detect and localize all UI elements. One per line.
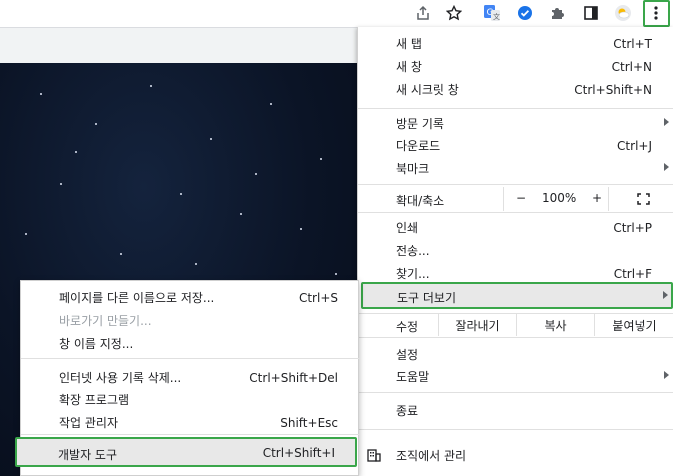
menu-item-label: 도움말 [396,370,430,384]
cut-button[interactable]: 잘라내기 [438,314,516,336]
menu-item-label: 확장 프로그램 [59,393,130,407]
menu-separator [358,212,673,213]
menu-separator [358,313,673,314]
menu-item-label: 인터넷 사용 기록 삭제... [59,371,182,385]
menu-separator [358,429,673,430]
menu-item-label: 새 시크릿 창 [396,83,459,97]
submenu-arrow-icon [664,118,669,126]
menu-item-label: 새 창 [396,60,422,74]
menu-item-help[interactable]: 도움말 [358,365,673,388]
menu-item-shortcut: Ctrl+T [613,36,652,51]
check-extension-icon[interactable] [514,3,536,23]
menu-item-label: 방문 기록 [396,117,444,131]
menu-item-label: 북마크 [396,162,430,176]
submenu-item-extensions[interactable]: 확장 프로그램 [21,388,360,411]
edit-label: 수정 [396,320,419,334]
menu-item-exit[interactable]: 종료 [358,399,673,422]
menu-item-history[interactable]: 방문 기록 [358,112,673,135]
menu-item-new-tab[interactable]: 새 탭 Ctrl+T [358,32,673,55]
menu-item-label: 찾기... [396,267,430,281]
page-header-strip [0,27,360,63]
menu-item-label: 종료 [396,404,419,418]
translate-extension-icon[interactable]: G文 [481,3,503,23]
submenu-item-create-shortcut[interactable]: 바로가기 만들기... [21,309,360,332]
menu-item-label: 다운로드 [396,139,441,153]
menu-separator [358,392,673,393]
menu-item-shortcut: Ctrl+N [611,59,652,74]
submenu-item-clear-data[interactable]: 인터넷 사용 기록 삭제... Ctrl+Shift+Del [21,366,360,389]
menu-item-label: 인쇄 [396,221,419,235]
menu-separator [358,108,673,109]
menu-item-managed[interactable]: 조직에서 관리 [358,434,673,476]
fullscreen-icon[interactable] [637,193,650,205]
star-icon[interactable] [443,3,465,23]
menu-item-shortcut: Ctrl+F [613,266,652,281]
menu-item-shortcut: Ctrl+P [613,220,652,235]
menu-separator [21,358,360,359]
menu-item-shortcut: Ctrl+Shift+N [574,82,652,97]
menu-item-label: 작업 관리자 [59,416,119,430]
paste-button[interactable]: 붙여넣기 [594,314,673,336]
svg-text:文: 文 [493,12,500,21]
menu-separator [358,337,673,338]
edit-row: 수정 잘라내기 복사 붙여넣기 [358,314,673,336]
menu-item-label: 개발자 도구 [58,448,118,462]
menu-item-settings[interactable]: 설정 [358,343,673,366]
share-icon[interactable] [412,3,434,23]
menu-separator [21,434,360,435]
browser-toolbar: G文 [0,0,673,27]
chrome-main-menu: 새 탭 Ctrl+T 새 창 Ctrl+N 새 시크릿 창 Ctrl+Shift… [357,27,673,476]
zoom-label: 확대/축소 [396,194,445,208]
menu-item-shortcut: Ctrl+Shift+Del [249,370,338,385]
menu-item-label: 페이지를 다른 이름으로 저장... [59,291,215,305]
menu-item-downloads[interactable]: 다운로드 Ctrl+J [358,134,673,157]
menu-item-label: 설정 [396,348,419,362]
menu-item-label: 새 탭 [396,37,422,51]
submenu-arrow-icon [663,291,668,299]
menu-item-label: 조직에서 관리 [396,449,467,463]
menu-item-shortcut: Ctrl+J [617,138,652,153]
menu-item-label: 전송... [396,244,430,258]
submenu-item-dev-tools[interactable]: 개발자 도구 Ctrl+Shift+I [15,437,357,467]
submenu-item-name-window[interactable]: 창 이름 지정... [21,332,360,355]
menu-item-label: 도구 더보기 [397,291,457,305]
menu-item-bookmarks[interactable]: 북마크 [358,157,673,180]
copy-button[interactable]: 복사 [516,314,594,336]
menu-item-shortcut: Ctrl+Shift+I [262,446,335,460]
submenu-arrow-icon [664,371,669,379]
menu-button-highlight [643,0,670,27]
menu-item-shortcut: Shift+Esc [280,415,338,430]
building-icon [367,449,381,462]
menu-separator [358,184,673,185]
submenu-item-task-manager[interactable]: 작업 관리자 Shift+Esc [21,411,360,434]
menu-item-label: 창 이름 지정... [59,337,134,351]
zoom-in-button[interactable]: + [592,191,602,205]
side-panel-icon[interactable] [580,3,602,23]
menu-item-incognito[interactable]: 새 시크릿 창 Ctrl+Shift+N [358,78,673,101]
zoom-row: 확대/축소 − 100% + [358,187,673,211]
puzzle-extensions-icon[interactable] [547,3,569,23]
submenu-arrow-icon [664,163,669,171]
submenu-item-save-page[interactable]: 페이지를 다른 이름으로 저장... Ctrl+S [21,286,360,309]
weather-extension-icon[interactable] [612,3,634,23]
menu-item-new-window[interactable]: 새 창 Ctrl+N [358,55,673,78]
menu-item-print[interactable]: 인쇄 Ctrl+P [358,216,673,239]
menu-item-label: 바로가기 만들기... [59,314,152,328]
zoom-out-button[interactable]: − [516,191,526,205]
menu-item-more-tools[interactable]: 도구 더보기 [361,282,673,309]
zoom-level: 100% [542,191,577,205]
menu-item-shortcut: Ctrl+S [298,290,338,305]
zoom-control: − 100% + [503,187,609,211]
menu-item-cast[interactable]: 전송... [358,239,673,262]
